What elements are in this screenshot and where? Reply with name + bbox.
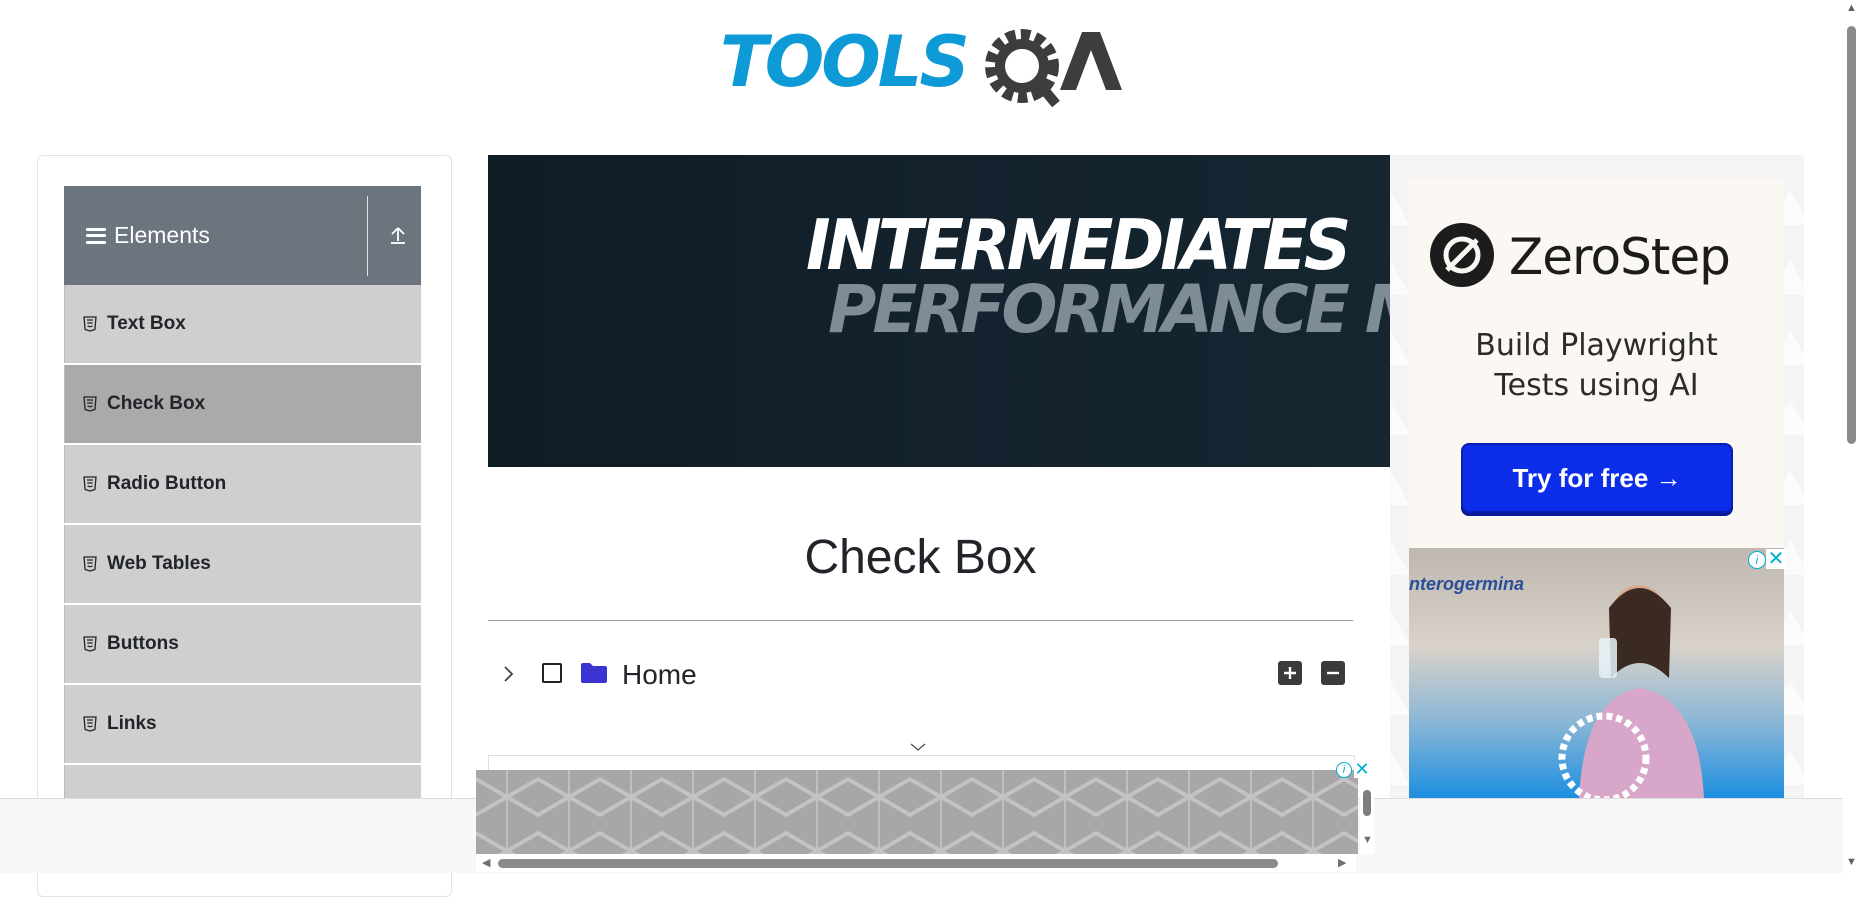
chevron-down-icon: [908, 740, 928, 754]
zerostep-logo-icon: [1429, 222, 1495, 288]
html5-icon: [83, 556, 97, 572]
sidebar-item-label: Radio Button: [107, 473, 227, 494]
sidebar-item-label: Web Tables: [107, 553, 211, 574]
elements-group-header[interactable]: Elements: [64, 186, 421, 285]
expand-all-button[interactable]: [1278, 661, 1302, 685]
folder-icon: [580, 662, 608, 684]
sidebar-item-text-box[interactable]: Text Box: [64, 285, 421, 363]
page-title: Check Box: [804, 531, 1037, 584]
html5-icon: [83, 316, 97, 332]
sidebar-item-label: Links: [107, 713, 157, 734]
ad-pattern-image: [476, 770, 1358, 854]
adchoices-icon[interactable]: i: [1336, 762, 1352, 778]
html5-icon: [83, 636, 97, 652]
zerostep-ad[interactable]: ZeroStep Build Playwright Tests using AI…: [1409, 178, 1784, 548]
page-scroll-thumb[interactable]: [1847, 26, 1856, 444]
zerostep-brand: ZeroStep: [1509, 228, 1731, 286]
sidebar-item-web-tables[interactable]: Web Tables: [64, 525, 421, 603]
ad-tagline: Build Playwright Tests using AI: [1409, 326, 1784, 406]
title-divider: [488, 620, 1353, 621]
elements-menu: Text Box Check Box Radio Button Web Tabl…: [64, 285, 421, 845]
scroll-right-icon[interactable]: ▶: [1338, 856, 1346, 869]
try-for-free-button[interactable]: Try for free →: [1461, 443, 1733, 513]
collapse-all-button[interactable]: [1321, 661, 1345, 685]
sidebar-item-buttons[interactable]: Buttons: [64, 605, 421, 683]
html5-icon: [83, 476, 97, 492]
sidebar-item-label: Text Box: [107, 313, 186, 334]
sidebar-item-check-box[interactable]: Check Box: [64, 365, 421, 443]
scroll-down-icon[interactable]: ▼: [1362, 834, 1373, 846]
ad-photo-brand: nterogermina: [1409, 574, 1525, 594]
page-scrollbar[interactable]: ▲ ▼: [1843, 0, 1860, 872]
html5-icon: [83, 396, 97, 412]
scroll-up-icon[interactable]: ▲: [1846, 2, 1857, 14]
tree-node-home: Home: [500, 655, 1360, 695]
svg-text:TOOLS: TOOLS: [720, 21, 967, 103]
sidebar-item-links[interactable]: Links: [64, 685, 421, 763]
ad-vertical-scroll-thumb[interactable]: [1363, 790, 1371, 816]
ad-tagline-line-1: Build Playwright: [1475, 328, 1718, 363]
adchoices-icon[interactable]: i: [1748, 551, 1766, 569]
group-title-label: Elements: [114, 222, 210, 248]
banner-line-2: PERFORMANCE MATERIALS: [828, 271, 1390, 348]
close-ad-icon[interactable]: ✕: [1354, 760, 1370, 778]
promo-banner[interactable]: INTERMEDIATES PERFORMANCE MATERIALS: [488, 155, 1390, 467]
sidebar-item-label: Check Box: [107, 393, 206, 414]
home-checkbox[interactable]: [542, 663, 562, 683]
ad-tagline-line-2: Tests using AI: [1494, 368, 1699, 403]
html5-icon: [83, 716, 97, 732]
ad-seal-graphic: [1558, 712, 1650, 798]
bottom-ad-frame[interactable]: ◀ ▶ ▼: [476, 770, 1374, 872]
close-ad-icon[interactable]: ✕: [1766, 549, 1786, 569]
header-divider: [367, 196, 368, 276]
toolsqa-logo[interactable]: TOOLS: [720, 18, 1124, 114]
ad-horizontal-scroll-thumb[interactable]: [498, 859, 1278, 868]
group-title: Elements: [86, 222, 210, 249]
scroll-down-icon[interactable]: ▼: [1846, 856, 1857, 868]
collapse-group-icon[interactable]: [386, 223, 410, 247]
scroll-left-icon[interactable]: ◀: [482, 856, 490, 869]
sidebar-item-radio-button[interactable]: Radio Button: [64, 445, 421, 523]
chevron-right-icon[interactable]: [500, 663, 518, 685]
sidebar-item-label: Buttons: [107, 633, 179, 654]
enterogermina-ad[interactable]: nterogermina: [1409, 548, 1784, 798]
tree-node-label[interactable]: Home: [622, 659, 697, 691]
menu-icon: [86, 227, 106, 244]
